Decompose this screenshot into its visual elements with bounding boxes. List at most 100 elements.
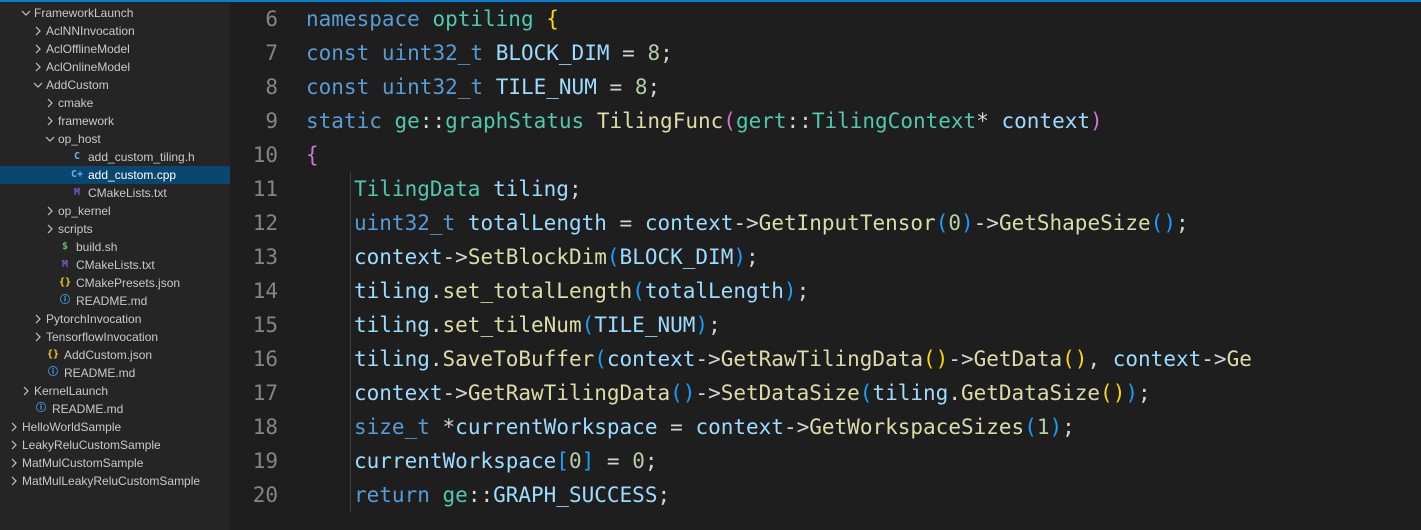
folder-item[interactable]: MatMulLeakyReluCustomSample bbox=[0, 472, 230, 490]
folder-item[interactable]: AddCustom bbox=[0, 76, 230, 94]
token-var: context bbox=[1113, 347, 1202, 371]
token-op: -> bbox=[784, 415, 809, 439]
folder-item[interactable]: PytorchInvocation bbox=[0, 310, 230, 328]
code-line[interactable]: const uint32_t BLOCK_DIM = 8; bbox=[306, 36, 1421, 70]
code-line[interactable]: tiling.SaveToBuffer(context->GetRawTilin… bbox=[306, 342, 1421, 376]
chevron-down-icon[interactable] bbox=[32, 79, 44, 91]
token-func: GetWorkspaceSizes bbox=[809, 415, 1024, 439]
token-kw: return bbox=[354, 483, 430, 507]
token-punc: :: bbox=[468, 483, 493, 507]
item-label: README.md bbox=[76, 292, 147, 310]
file-item[interactable]: MCMakeLists.txt bbox=[0, 184, 230, 202]
line-number: 10 bbox=[230, 138, 278, 172]
item-label: PytorchInvocation bbox=[46, 310, 141, 328]
token-op: -> bbox=[443, 381, 468, 405]
code-line[interactable]: static ge::graphStatus TilingFunc(gert::… bbox=[306, 104, 1421, 138]
file-item[interactable]: C+ add_custom.cpp bbox=[0, 166, 230, 184]
token-punc: ; bbox=[660, 41, 673, 65]
file-item[interactable]: ⓘREADME.md bbox=[0, 364, 230, 382]
chevron-down-icon[interactable] bbox=[20, 7, 32, 19]
folder-item[interactable]: cmake bbox=[0, 94, 230, 112]
line-number: 15 bbox=[230, 308, 278, 342]
chevron-right-icon[interactable] bbox=[8, 439, 20, 451]
spacer bbox=[56, 187, 68, 199]
code-line[interactable]: tiling.set_totalLength(totalLength); bbox=[306, 274, 1421, 308]
code-line[interactable]: tiling.set_tileNum(TILE_NUM); bbox=[306, 308, 1421, 342]
token-var: context bbox=[645, 211, 734, 235]
chevron-right-icon[interactable] bbox=[44, 115, 56, 127]
token-br3: ( bbox=[607, 245, 620, 269]
file-explorer[interactable]: FrameworkLaunchAclNNInvocationAclOffline… bbox=[0, 2, 230, 530]
spacer bbox=[20, 403, 32, 415]
cpp-icon: C+ bbox=[70, 168, 84, 182]
code-line[interactable]: currentWorkspace[0] = 0; bbox=[306, 444, 1421, 478]
token-punc: . bbox=[430, 313, 443, 337]
item-label: op_host bbox=[58, 130, 101, 148]
token-punc: , bbox=[1087, 347, 1100, 371]
chevron-right-icon[interactable] bbox=[8, 421, 20, 433]
file-item[interactable]: $build.sh bbox=[0, 238, 230, 256]
folder-item[interactable]: op_kernel bbox=[0, 202, 230, 220]
token-var: tiling bbox=[354, 347, 430, 371]
token-op: -> bbox=[1201, 347, 1226, 371]
code-line[interactable]: context->GetRawTilingData()->SetDataSize… bbox=[306, 376, 1421, 410]
chevron-right-icon[interactable] bbox=[32, 331, 44, 343]
chevron-right-icon[interactable] bbox=[44, 97, 56, 109]
token-func: GetRawTilingData bbox=[468, 381, 670, 405]
code-area[interactable]: namespace optiling {const uint32_t BLOCK… bbox=[300, 2, 1421, 530]
folder-item[interactable]: TensorflowInvocation bbox=[0, 328, 230, 346]
token-kw: const bbox=[306, 41, 369, 65]
chevron-right-icon[interactable] bbox=[44, 223, 56, 235]
folder-item[interactable]: KernelLaunch bbox=[0, 382, 230, 400]
token-ns: optiling bbox=[432, 7, 533, 31]
token-func: GetRawTilingData bbox=[721, 347, 923, 371]
file-item[interactable]: ⓘREADME.md bbox=[0, 400, 230, 418]
token-func: GetInputTensor bbox=[759, 211, 936, 235]
file-item[interactable]: MCMakeLists.txt bbox=[0, 256, 230, 274]
folder-item[interactable]: op_host bbox=[0, 130, 230, 148]
cmake-icon: M bbox=[70, 186, 84, 200]
chevron-right-icon[interactable] bbox=[8, 475, 20, 487]
file-item[interactable]: {}CMakePresets.json bbox=[0, 274, 230, 292]
file-item[interactable]: {}AddCustom.json bbox=[0, 346, 230, 364]
chevron-right-icon[interactable] bbox=[8, 457, 20, 469]
code-line[interactable]: { bbox=[306, 138, 1421, 172]
chevron-right-icon[interactable] bbox=[32, 25, 44, 37]
code-line[interactable]: namespace optiling { bbox=[306, 2, 1421, 36]
chevron-right-icon[interactable] bbox=[20, 385, 32, 397]
code-line[interactable]: size_t *currentWorkspace = context->GetW… bbox=[306, 410, 1421, 444]
readme-icon: ⓘ bbox=[46, 366, 60, 380]
token-num: 0 bbox=[948, 211, 961, 235]
chevron-right-icon[interactable] bbox=[32, 43, 44, 55]
folder-item[interactable]: AclNNInvocation bbox=[0, 22, 230, 40]
code-line[interactable]: uint32_t totalLength = context->GetInput… bbox=[306, 206, 1421, 240]
code-line[interactable]: const uint32_t TILE_NUM = 8; bbox=[306, 70, 1421, 104]
spacer bbox=[32, 349, 44, 361]
folder-item[interactable]: MatMulCustomSample bbox=[0, 454, 230, 472]
line-number-gutter: 67891011121314151617181920 bbox=[230, 2, 300, 530]
code-line[interactable]: return ge::GRAPH_SUCCESS; bbox=[306, 478, 1421, 512]
code-editor[interactable]: 67891011121314151617181920 namespace opt… bbox=[230, 2, 1421, 530]
chevron-right-icon[interactable] bbox=[32, 313, 44, 325]
chevron-down-icon[interactable] bbox=[44, 133, 56, 145]
folder-item[interactable]: scripts bbox=[0, 220, 230, 238]
token-br: ( bbox=[1062, 347, 1075, 371]
file-item[interactable]: Cadd_custom_tiling.h bbox=[0, 148, 230, 166]
token-type: size_t bbox=[354, 415, 430, 439]
folder-item[interactable]: AclOfflineModel bbox=[0, 40, 230, 58]
folder-item[interactable]: AclOnlineModel bbox=[0, 58, 230, 76]
file-item[interactable]: ⓘREADME.md bbox=[0, 292, 230, 310]
chevron-right-icon[interactable] bbox=[44, 205, 56, 217]
code-line[interactable]: context->SetBlockDim(BLOCK_DIM); bbox=[306, 240, 1421, 274]
chevron-right-icon[interactable] bbox=[32, 61, 44, 73]
folder-item[interactable]: LeakyReluCustomSample bbox=[0, 436, 230, 454]
folder-item[interactable]: framework bbox=[0, 112, 230, 130]
code-line[interactable]: TilingData tiling; bbox=[306, 172, 1421, 206]
token-var: TILE_NUM bbox=[496, 75, 597, 99]
item-label: add_custom.cpp bbox=[88, 166, 176, 184]
token-punc: ; bbox=[746, 245, 759, 269]
token-num: 0 bbox=[569, 449, 582, 473]
line-number: 12 bbox=[230, 206, 278, 240]
folder-item[interactable]: HelloWorldSample bbox=[0, 418, 230, 436]
folder-item[interactable]: FrameworkLaunch bbox=[0, 4, 230, 22]
